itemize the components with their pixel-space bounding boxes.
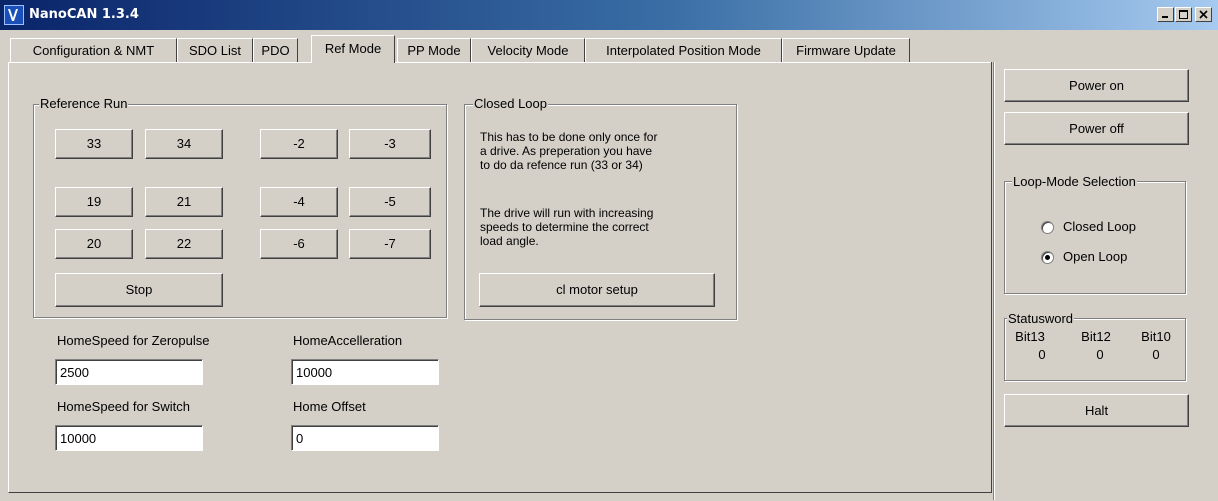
closed-loop-title: Closed Loop: [473, 96, 548, 111]
home-speed-switch-input[interactable]: [55, 425, 203, 451]
reference-run-title: Reference Run: [39, 96, 129, 111]
home-speed-zeropulse-input[interactable]: [55, 359, 203, 385]
power-off-button[interactable]: Power off: [1004, 112, 1189, 145]
ref-button-minus-2[interactable]: -2: [260, 129, 338, 159]
bit10-label: Bit10: [1141, 329, 1171, 344]
ref-button-21[interactable]: 21: [145, 187, 223, 217]
cl-motor-setup-button[interactable]: cl motor setup: [479, 273, 715, 307]
ref-button-20[interactable]: 20: [55, 229, 133, 259]
app-logo-icon: [4, 5, 24, 25]
power-on-button[interactable]: Power on: [1004, 69, 1189, 102]
ref-button-22[interactable]: 22: [145, 229, 223, 259]
ref-button-minus-7[interactable]: -7: [349, 229, 431, 259]
open-loop-radio[interactable]: [1041, 251, 1054, 264]
title-bar[interactable]: NanoCAN 1.3.4: [0, 0, 1218, 30]
bit13-value: 0: [1038, 347, 1046, 362]
closed-loop-radio[interactable]: [1041, 221, 1054, 234]
home-offset-input[interactable]: [291, 425, 439, 451]
tab-pp-mode[interactable]: PP Mode: [397, 38, 471, 62]
open-loop-radio-label[interactable]: Open Loop: [1063, 249, 1127, 264]
tab-firmware-update[interactable]: Firmware Update: [782, 38, 910, 62]
statusword-title: Statusword: [1007, 311, 1075, 326]
closed-loop-text-1: This has to be done only once for a driv…: [480, 130, 658, 172]
right-panel-separator: [993, 62, 995, 500]
bit10-value: 0: [1152, 347, 1160, 362]
home-speed-switch-label: HomeSpeed for Switch: [57, 399, 190, 414]
ref-button-minus-3[interactable]: -3: [349, 129, 431, 159]
tab-pdo[interactable]: PDO: [253, 38, 298, 62]
home-offset-label: Home Offset: [293, 399, 366, 414]
tab-velocity-mode[interactable]: Velocity Mode: [471, 38, 585, 62]
ref-button-minus-5[interactable]: -5: [349, 187, 431, 217]
closed-loop-text-2: The drive will run with increasing speed…: [480, 206, 654, 248]
halt-button[interactable]: Halt: [1004, 394, 1189, 427]
close-button[interactable]: [1195, 7, 1212, 22]
home-speed-zeropulse-label: HomeSpeed for Zeropulse: [57, 333, 210, 348]
bit13-label: Bit13: [1015, 329, 1045, 344]
ref-button-minus-4[interactable]: -4: [260, 187, 338, 217]
tab-interpolated-position-mode[interactable]: Interpolated Position Mode: [585, 38, 782, 62]
home-accelleration-label: HomeAccelleration: [293, 333, 403, 348]
tab-ref-mode[interactable]: Ref Mode: [311, 35, 395, 63]
ref-button-minus-6[interactable]: -6: [260, 229, 338, 259]
bit12-value: 0: [1096, 347, 1104, 362]
home-accelleration-input[interactable]: [291, 359, 439, 385]
ref-button-34[interactable]: 34: [145, 129, 223, 159]
loop-mode-group: [1004, 181, 1186, 294]
stop-button[interactable]: Stop: [55, 273, 223, 307]
tab-configuration-nmt[interactable]: Configuration & NMT: [10, 38, 177, 62]
tab-sdo-list[interactable]: SDO List: [177, 38, 253, 62]
closed-loop-radio-label[interactable]: Closed Loop: [1063, 219, 1136, 234]
minimize-button[interactable]: [1157, 7, 1174, 22]
window-title: NanoCAN 1.3.4: [29, 7, 139, 22]
loop-mode-title: Loop-Mode Selection: [1012, 174, 1137, 189]
maximize-button[interactable]: [1175, 7, 1192, 22]
radio-selected-dot: [1045, 255, 1050, 260]
ref-button-33[interactable]: 33: [55, 129, 133, 159]
ref-button-19[interactable]: 19: [55, 187, 133, 217]
bit12-label: Bit12: [1081, 329, 1111, 344]
